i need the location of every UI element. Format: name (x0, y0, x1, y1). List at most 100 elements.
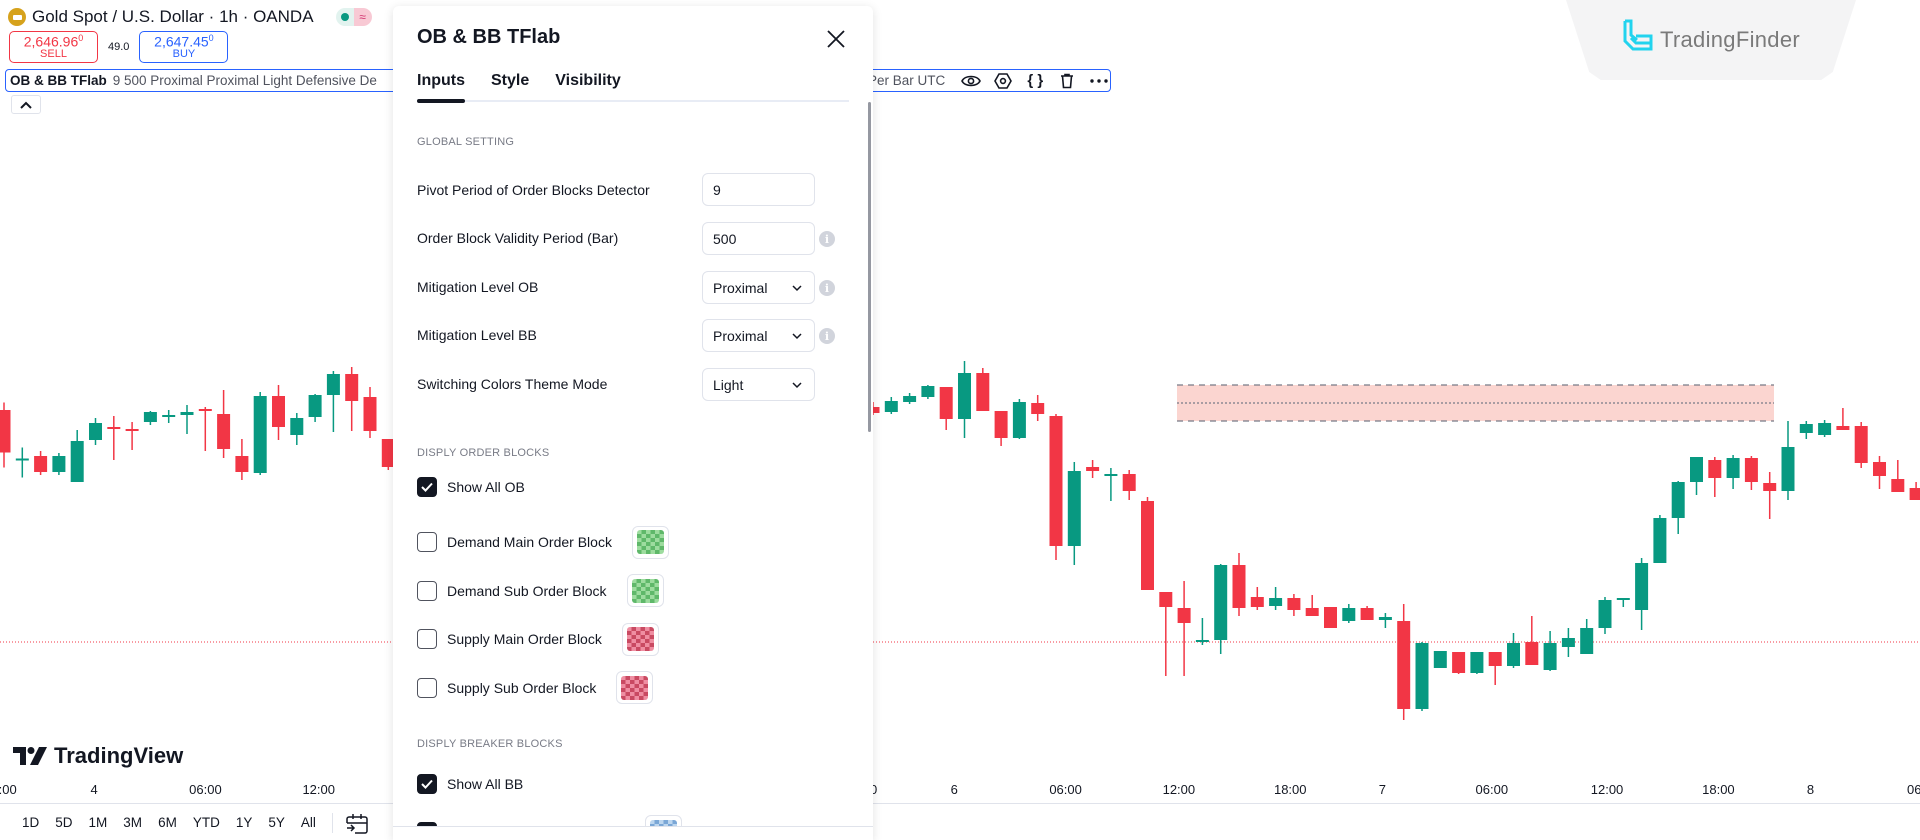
section-global-setting: GLOBAL SETTING (417, 136, 515, 148)
pivot-period-input[interactable]: 9 (702, 173, 815, 206)
info-icon[interactable]: i (819, 231, 835, 247)
candle-body (1635, 563, 1649, 610)
candle-body (1781, 447, 1795, 491)
go-to-date-icon[interactable] (341, 810, 373, 836)
data-delay-icon: ≈ (353, 8, 372, 26)
chevron-up-icon (20, 101, 32, 109)
time-tick-label: 8 (1806, 782, 1815, 797)
range-button-5d[interactable]: 5D (47, 810, 80, 836)
trash-icon[interactable] (1051, 71, 1083, 91)
checkbox-row[interactable]: Demand Sub Order Block (417, 574, 664, 607)
color-swatch-button[interactable] (616, 671, 654, 704)
dialog-scrollbar[interactable] (868, 102, 871, 432)
red-color-preview (626, 627, 654, 651)
checkbox-unchecked[interactable] (417, 580, 437, 601)
mitigation-ob-select[interactable]: Proximal (702, 271, 815, 304)
eye-icon[interactable] (955, 71, 987, 91)
date-range-bar: 1D 5D 1M 3M 6M YTD 1Y 5Y All (0, 805, 1920, 840)
candle-body (994, 411, 1008, 438)
settings-icon[interactable] (987, 71, 1019, 91)
candle (903, 393, 917, 404)
range-button-1y[interactable]: 1Y (228, 810, 261, 836)
dialog-tabs: Inputs Style Visibility (417, 72, 849, 103)
checkbox-row[interactable]: Show All BB (417, 774, 523, 794)
checkbox-checked[interactable] (417, 774, 437, 794)
collapse-legend-button[interactable] (11, 95, 41, 114)
range-button-1d[interactable]: 1D (14, 810, 47, 836)
candle (125, 422, 139, 450)
candle-body (70, 441, 84, 482)
checkbox-unchecked[interactable] (417, 677, 437, 698)
market-status[interactable]: ≈ (335, 8, 372, 26)
symbol-title[interactable]: Gold Spot / U.S. Dollar · 1h · OANDA (32, 7, 314, 27)
price-chart[interactable] (0, 0, 1920, 840)
candle-body (1543, 643, 1557, 670)
mitigation-ob-value: Proximal (713, 279, 768, 296)
candle-body (1232, 565, 1246, 608)
candle (1195, 618, 1209, 645)
color-swatch-button[interactable] (626, 574, 664, 607)
buy-button[interactable]: 2,647.450 BUY (139, 31, 229, 63)
tab-visibility[interactable]: Visibility (555, 72, 621, 100)
color-swatch-button[interactable] (621, 622, 659, 656)
candle (1726, 455, 1740, 489)
candle (1305, 595, 1319, 616)
candle (1086, 460, 1100, 478)
checkbox-unchecked[interactable] (417, 629, 437, 649)
tradingview-logo[interactable]: TradingView (13, 743, 183, 769)
field-label-mitigation-bb: Mitigation Level BB (417, 327, 537, 343)
source-code-icon[interactable]: { } (1019, 71, 1051, 91)
candle (1324, 607, 1337, 628)
range-button-all[interactable]: All (293, 810, 324, 836)
tab-inputs[interactable]: Inputs (417, 72, 465, 103)
candle (1781, 421, 1795, 500)
range-button-5y[interactable]: 5Y (260, 810, 293, 836)
range-button-ytd[interactable]: YTD (185, 810, 228, 836)
theme-mode-select[interactable]: Light (702, 368, 815, 401)
color-swatch-button[interactable] (631, 525, 669, 559)
candle-body (272, 396, 285, 427)
checkmark-icon (421, 482, 433, 492)
time-axis[interactable]: :00 4 06:00 12:00 0 6 06:00 12:00 18:00 7 06:00 12:… (0, 774, 1920, 804)
sell-price: 2,646.96 (23, 33, 79, 50)
candle-body (143, 412, 157, 422)
checkbox-row[interactable]: Demand Main Order Block (417, 525, 669, 559)
candle-body (1452, 652, 1466, 673)
candle (1671, 481, 1685, 534)
red-color-preview (621, 675, 649, 700)
spread-value: 49.0 (108, 41, 130, 53)
checkbox-row[interactable]: Supply Sub Order Block (417, 671, 654, 704)
tab-style[interactable]: Style (491, 72, 529, 100)
candle (1799, 421, 1813, 439)
candle (1616, 598, 1630, 607)
candle (1873, 456, 1886, 489)
validity-period-value: 500 (713, 230, 737, 247)
mitigation-bb-select[interactable]: Proximal (702, 319, 815, 352)
candle-body (1909, 488, 1920, 500)
candle (1031, 395, 1045, 421)
range-button-1m[interactable]: 1M (81, 810, 116, 836)
dialog-footer (393, 826, 873, 840)
close-button[interactable] (823, 26, 849, 52)
more-icon[interactable] (1083, 71, 1115, 91)
range-button-3m[interactable]: 3M (115, 810, 150, 836)
sell-button[interactable]: 2,646.960 SELL (9, 31, 98, 63)
candle (1415, 642, 1429, 711)
range-button-6m[interactable]: 6M (150, 810, 185, 836)
candle (1159, 592, 1173, 676)
checkbox-row[interactable]: Supply Main Order Block (417, 622, 659, 656)
candle-body (235, 456, 249, 472)
checkbox-row[interactable]: Show All OB (417, 477, 525, 497)
info-icon[interactable]: i (819, 328, 835, 344)
checkbox-checked[interactable] (417, 477, 437, 497)
candle (1653, 515, 1667, 563)
validity-period-input[interactable]: 500 (702, 222, 815, 255)
info-icon[interactable]: i (819, 280, 835, 296)
candle (921, 385, 935, 399)
checkbox-unchecked[interactable] (417, 532, 437, 552)
field-label-theme-mode: Switching Colors Theme Mode (417, 376, 608, 392)
time-tick-label: 7 (1378, 782, 1387, 797)
candle-body (1598, 600, 1612, 628)
candle (1543, 631, 1557, 671)
candle (1122, 470, 1136, 500)
